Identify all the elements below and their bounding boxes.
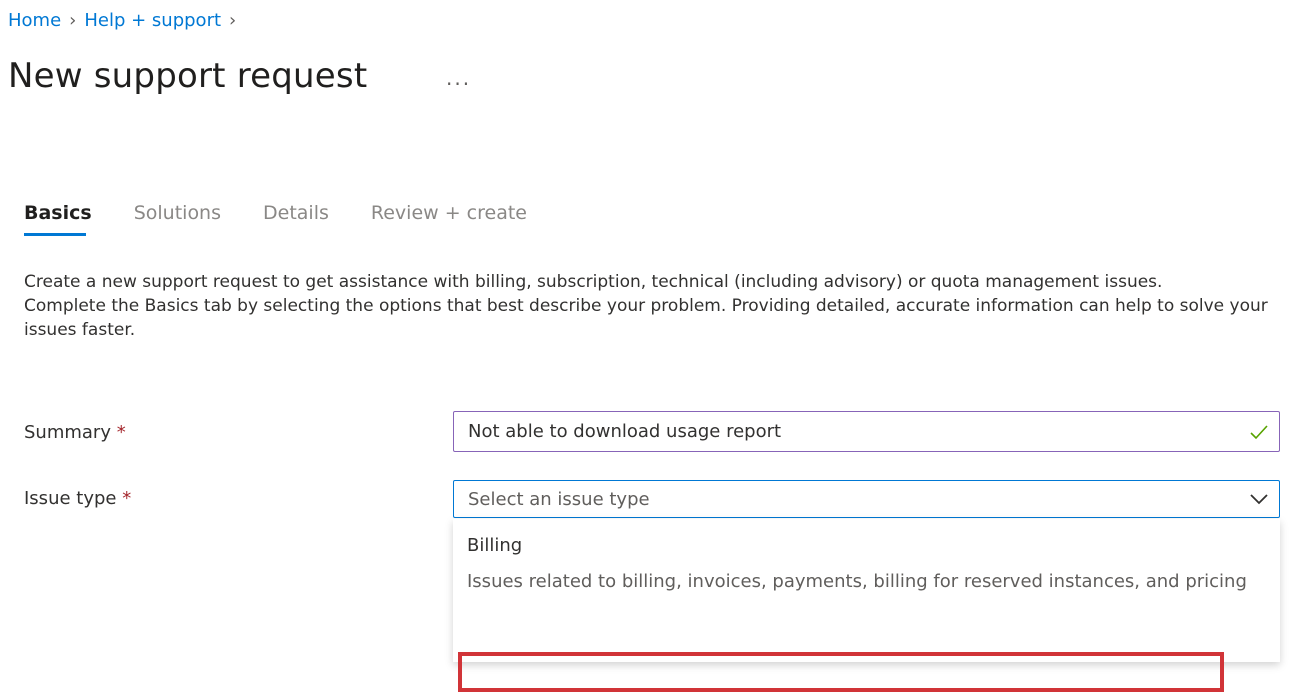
tab-basics[interactable]: Basics: [24, 202, 92, 236]
breadcrumb-help-support-link[interactable]: Help + support: [84, 10, 221, 31]
issue-type-dropdown: Billing Issues related to billing, invoi…: [453, 519, 1280, 692]
tab-solutions[interactable]: Solutions: [134, 202, 221, 234]
summary-label: Summary *: [24, 422, 126, 443]
issue-type-label: Issue type *: [24, 488, 131, 509]
issue-type-label-text: Issue type: [24, 488, 117, 509]
breadcrumb-separator: ›: [69, 10, 77, 31]
chevron-down-icon[interactable]: [1249, 491, 1269, 507]
description-instructions: Complete the Basics tab by selecting the…: [24, 296, 1268, 340]
summary-input-value: Not able to download usage report: [468, 421, 782, 442]
page-title: New support request: [8, 56, 368, 96]
breadcrumb-separator: ›: [229, 10, 237, 31]
summary-input[interactable]: Not able to download usage report: [453, 411, 1280, 452]
issue-type-placeholder: Select an issue type: [468, 488, 650, 510]
required-asterisk: *: [122, 488, 132, 509]
summary-label-text: Summary: [24, 422, 111, 443]
basics-description: Create a new support request to get assi…: [24, 270, 1284, 342]
tab-details[interactable]: Details: [263, 202, 329, 234]
breadcrumb-home-link[interactable]: Home: [8, 10, 61, 31]
option-description: Issues related to billing, invoices, pay…: [467, 571, 1247, 592]
tab-review-create[interactable]: Review + create: [371, 202, 527, 234]
option-title: Billing: [467, 535, 523, 556]
check-icon: [1250, 425, 1268, 440]
description-intro: Create a new support request to get assi…: [24, 272, 1163, 292]
more-icon[interactable]: ...: [446, 66, 471, 90]
breadcrumb: Home › Help + support ›: [8, 10, 236, 31]
issue-type-option-billing[interactable]: Billing Issues related to billing, invoi…: [467, 535, 1247, 598]
issue-type-select[interactable]: Select an issue type: [453, 480, 1280, 518]
highlight-box: [458, 652, 1224, 692]
tab-bar: Basics Solutions Details Review + create: [24, 202, 527, 236]
required-asterisk: *: [116, 422, 126, 443]
